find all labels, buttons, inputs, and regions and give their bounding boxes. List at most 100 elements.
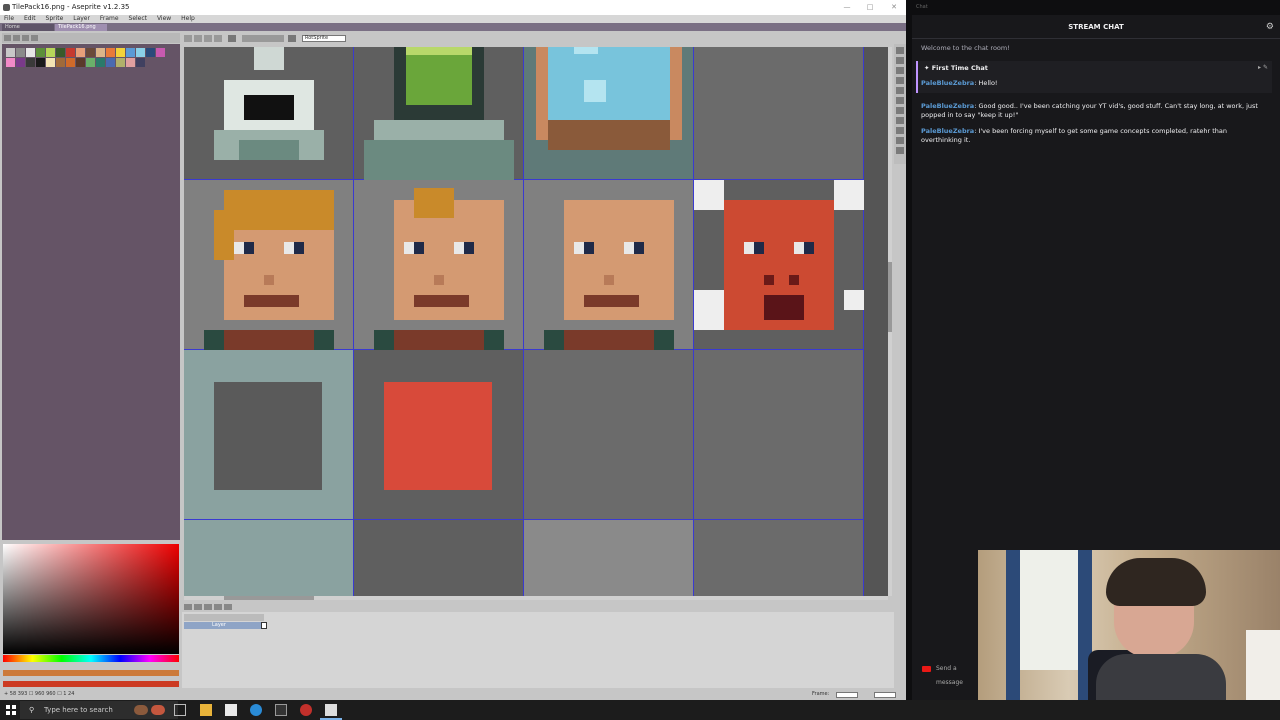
palette-swatch[interactable] — [26, 58, 35, 67]
palette-swatch[interactable] — [116, 58, 125, 67]
hue-slider[interactable] — [3, 655, 179, 662]
tile-water-portal[interactable] — [524, 47, 694, 180]
palette-swatch[interactable] — [56, 58, 65, 67]
tool-button-icon[interactable] — [896, 57, 904, 64]
tile-lamp[interactable] — [184, 47, 354, 180]
tile-red-block[interactable] — [354, 350, 524, 520]
tile-empty[interactable] — [694, 47, 864, 180]
palette-swatch[interactable] — [116, 48, 125, 57]
obs-icon[interactable] — [300, 704, 312, 716]
palette-swatch[interactable] — [106, 58, 115, 67]
first-frame-icon[interactable] — [184, 604, 192, 610]
palette-swatch[interactable] — [36, 48, 45, 57]
canvas-scrollbar[interactable] — [888, 47, 892, 596]
send-message-input[interactable]: Send a message — [916, 662, 978, 686]
windows-start-icon[interactable] — [6, 705, 16, 715]
palette-presets-icon[interactable] — [31, 35, 38, 41]
palette-swatch[interactable] — [96, 48, 105, 57]
tile-empty[interactable] — [694, 350, 864, 520]
palette-swatch[interactable] — [46, 48, 55, 57]
taskbar-search-box[interactable]: ⚲ Type here to search — [20, 701, 178, 719]
store-icon[interactable] — [225, 704, 237, 716]
hscroll-thumb[interactable] — [224, 596, 314, 600]
tool-button-icon[interactable] — [896, 107, 904, 114]
timeline-cel[interactable] — [261, 622, 267, 629]
palette-swatch[interactable] — [126, 48, 135, 57]
play-icon[interactable] — [204, 604, 212, 610]
palette-swatch[interactable] — [146, 48, 155, 57]
background-color-bar[interactable] — [3, 681, 179, 687]
tool-option-icon[interactable] — [194, 35, 202, 42]
timeline-layer-row[interactable]: Layer — [184, 622, 264, 629]
chat-username[interactable]: PaleBlueZebra — [921, 127, 974, 135]
menu-file[interactable]: File — [4, 15, 14, 22]
palette-swatch[interactable] — [6, 58, 15, 67]
tile-empty[interactable] — [694, 520, 864, 596]
sprite-canvas[interactable] — [184, 47, 888, 596]
menu-sprite[interactable]: Sprite — [46, 15, 64, 22]
palette-edit-icon[interactable] — [13, 35, 20, 41]
palette-swatch[interactable] — [96, 58, 105, 67]
task-view-icon[interactable] — [174, 704, 186, 716]
palette-swatch[interactable] — [86, 58, 95, 67]
palette-swatch[interactable] — [66, 58, 75, 67]
tool-option-icon[interactable] — [184, 35, 192, 42]
edge-icon[interactable] — [250, 704, 262, 716]
aseprite-taskbar-icon[interactable] — [325, 704, 337, 716]
maximize-icon[interactable]: □ — [858, 0, 882, 15]
tool-button-icon[interactable] — [896, 67, 904, 74]
tool-button-icon[interactable] — [896, 87, 904, 94]
horizontal-scrollbar[interactable] — [184, 596, 888, 600]
palette-swatch[interactable] — [86, 48, 95, 57]
zoom-field[interactable] — [874, 692, 896, 698]
palette-options-icon[interactable] — [4, 35, 11, 41]
chat-username[interactable]: PaleBlueZebra — [921, 79, 974, 87]
tile-empty[interactable] — [524, 350, 694, 520]
file-explorer-icon[interactable] — [200, 704, 212, 716]
tile-demon[interactable] — [694, 180, 864, 350]
palette-swatch[interactable] — [136, 48, 145, 57]
palette-swatch[interactable] — [76, 58, 85, 67]
close-icon[interactable]: ✕ — [882, 0, 906, 15]
tile-gray-block[interactable] — [184, 350, 354, 520]
pivot-icon[interactable] — [288, 35, 296, 42]
card-options-icon[interactable]: ▸ ✎ — [1258, 64, 1268, 71]
menu-select[interactable]: Select — [129, 15, 148, 22]
frame-field[interactable] — [836, 692, 858, 698]
menu-layer[interactable]: Layer — [73, 15, 90, 22]
palette-swatch[interactable] — [6, 48, 15, 57]
tool-button-icon[interactable] — [896, 137, 904, 144]
transform-options[interactable] — [242, 35, 284, 42]
menu-help[interactable]: Help — [181, 15, 195, 22]
palette-swatch[interactable] — [16, 48, 25, 57]
palette-swatch[interactable] — [56, 48, 65, 57]
tile-face-bald[interactable] — [524, 180, 694, 350]
minimize-icon[interactable]: — — [835, 0, 859, 15]
palette-swatch[interactable] — [106, 48, 115, 57]
palette-swatch[interactable] — [156, 48, 165, 57]
prev-frame-icon[interactable] — [194, 604, 202, 610]
tool-option-icon[interactable] — [214, 35, 222, 42]
tile-face-short[interactable] — [354, 180, 524, 350]
next-frame-icon[interactable] — [214, 604, 222, 610]
palette-swatch[interactable] — [76, 48, 85, 57]
palette-swatch[interactable] — [136, 58, 145, 67]
foreground-color-bar[interactable] — [3, 670, 179, 676]
tool-button-icon[interactable] — [896, 127, 904, 134]
menu-view[interactable]: View — [157, 15, 171, 22]
scrollbar-thumb[interactable] — [888, 262, 892, 332]
tile-potion-green[interactable] — [354, 47, 524, 180]
menu-frame[interactable]: Frame — [100, 15, 119, 22]
tool-button-icon[interactable] — [896, 147, 904, 154]
tile-empty[interactable] — [354, 520, 524, 596]
tab-home[interactable]: Home — [2, 24, 54, 31]
tile-empty[interactable] — [524, 520, 694, 596]
palette-sort-icon[interactable] — [22, 35, 29, 41]
tile-face-hair[interactable] — [184, 180, 354, 350]
palette-swatch[interactable] — [26, 48, 35, 57]
tile-empty[interactable] — [184, 520, 354, 596]
tool-button-icon[interactable] — [896, 97, 904, 104]
menu-edit[interactable]: Edit — [24, 15, 36, 22]
palette-swatch[interactable] — [126, 58, 135, 67]
users-icon[interactable]: ⚙ — [1266, 15, 1274, 39]
